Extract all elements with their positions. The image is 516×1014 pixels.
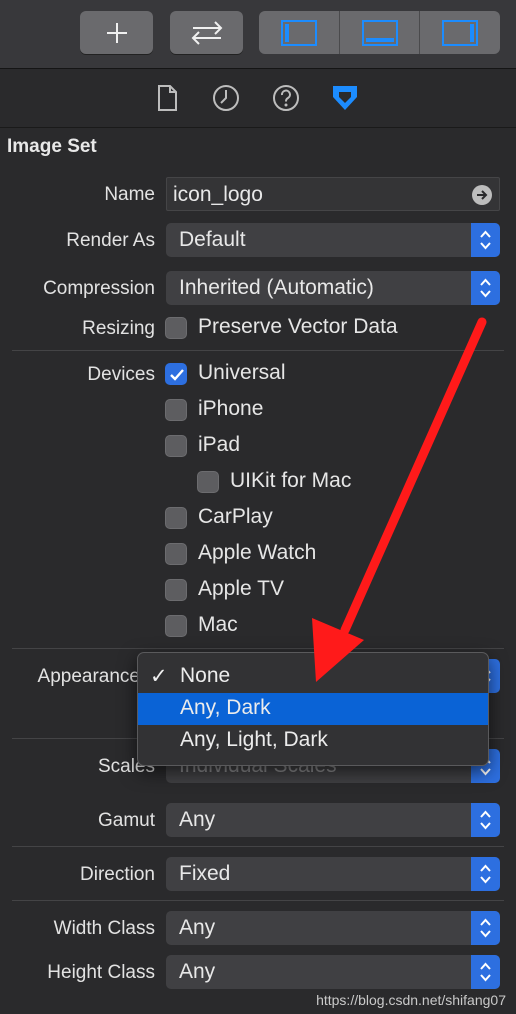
watermark: https://blog.csdn.net/shifang07 <box>316 992 506 1008</box>
annotation-arrow <box>312 317 487 682</box>
